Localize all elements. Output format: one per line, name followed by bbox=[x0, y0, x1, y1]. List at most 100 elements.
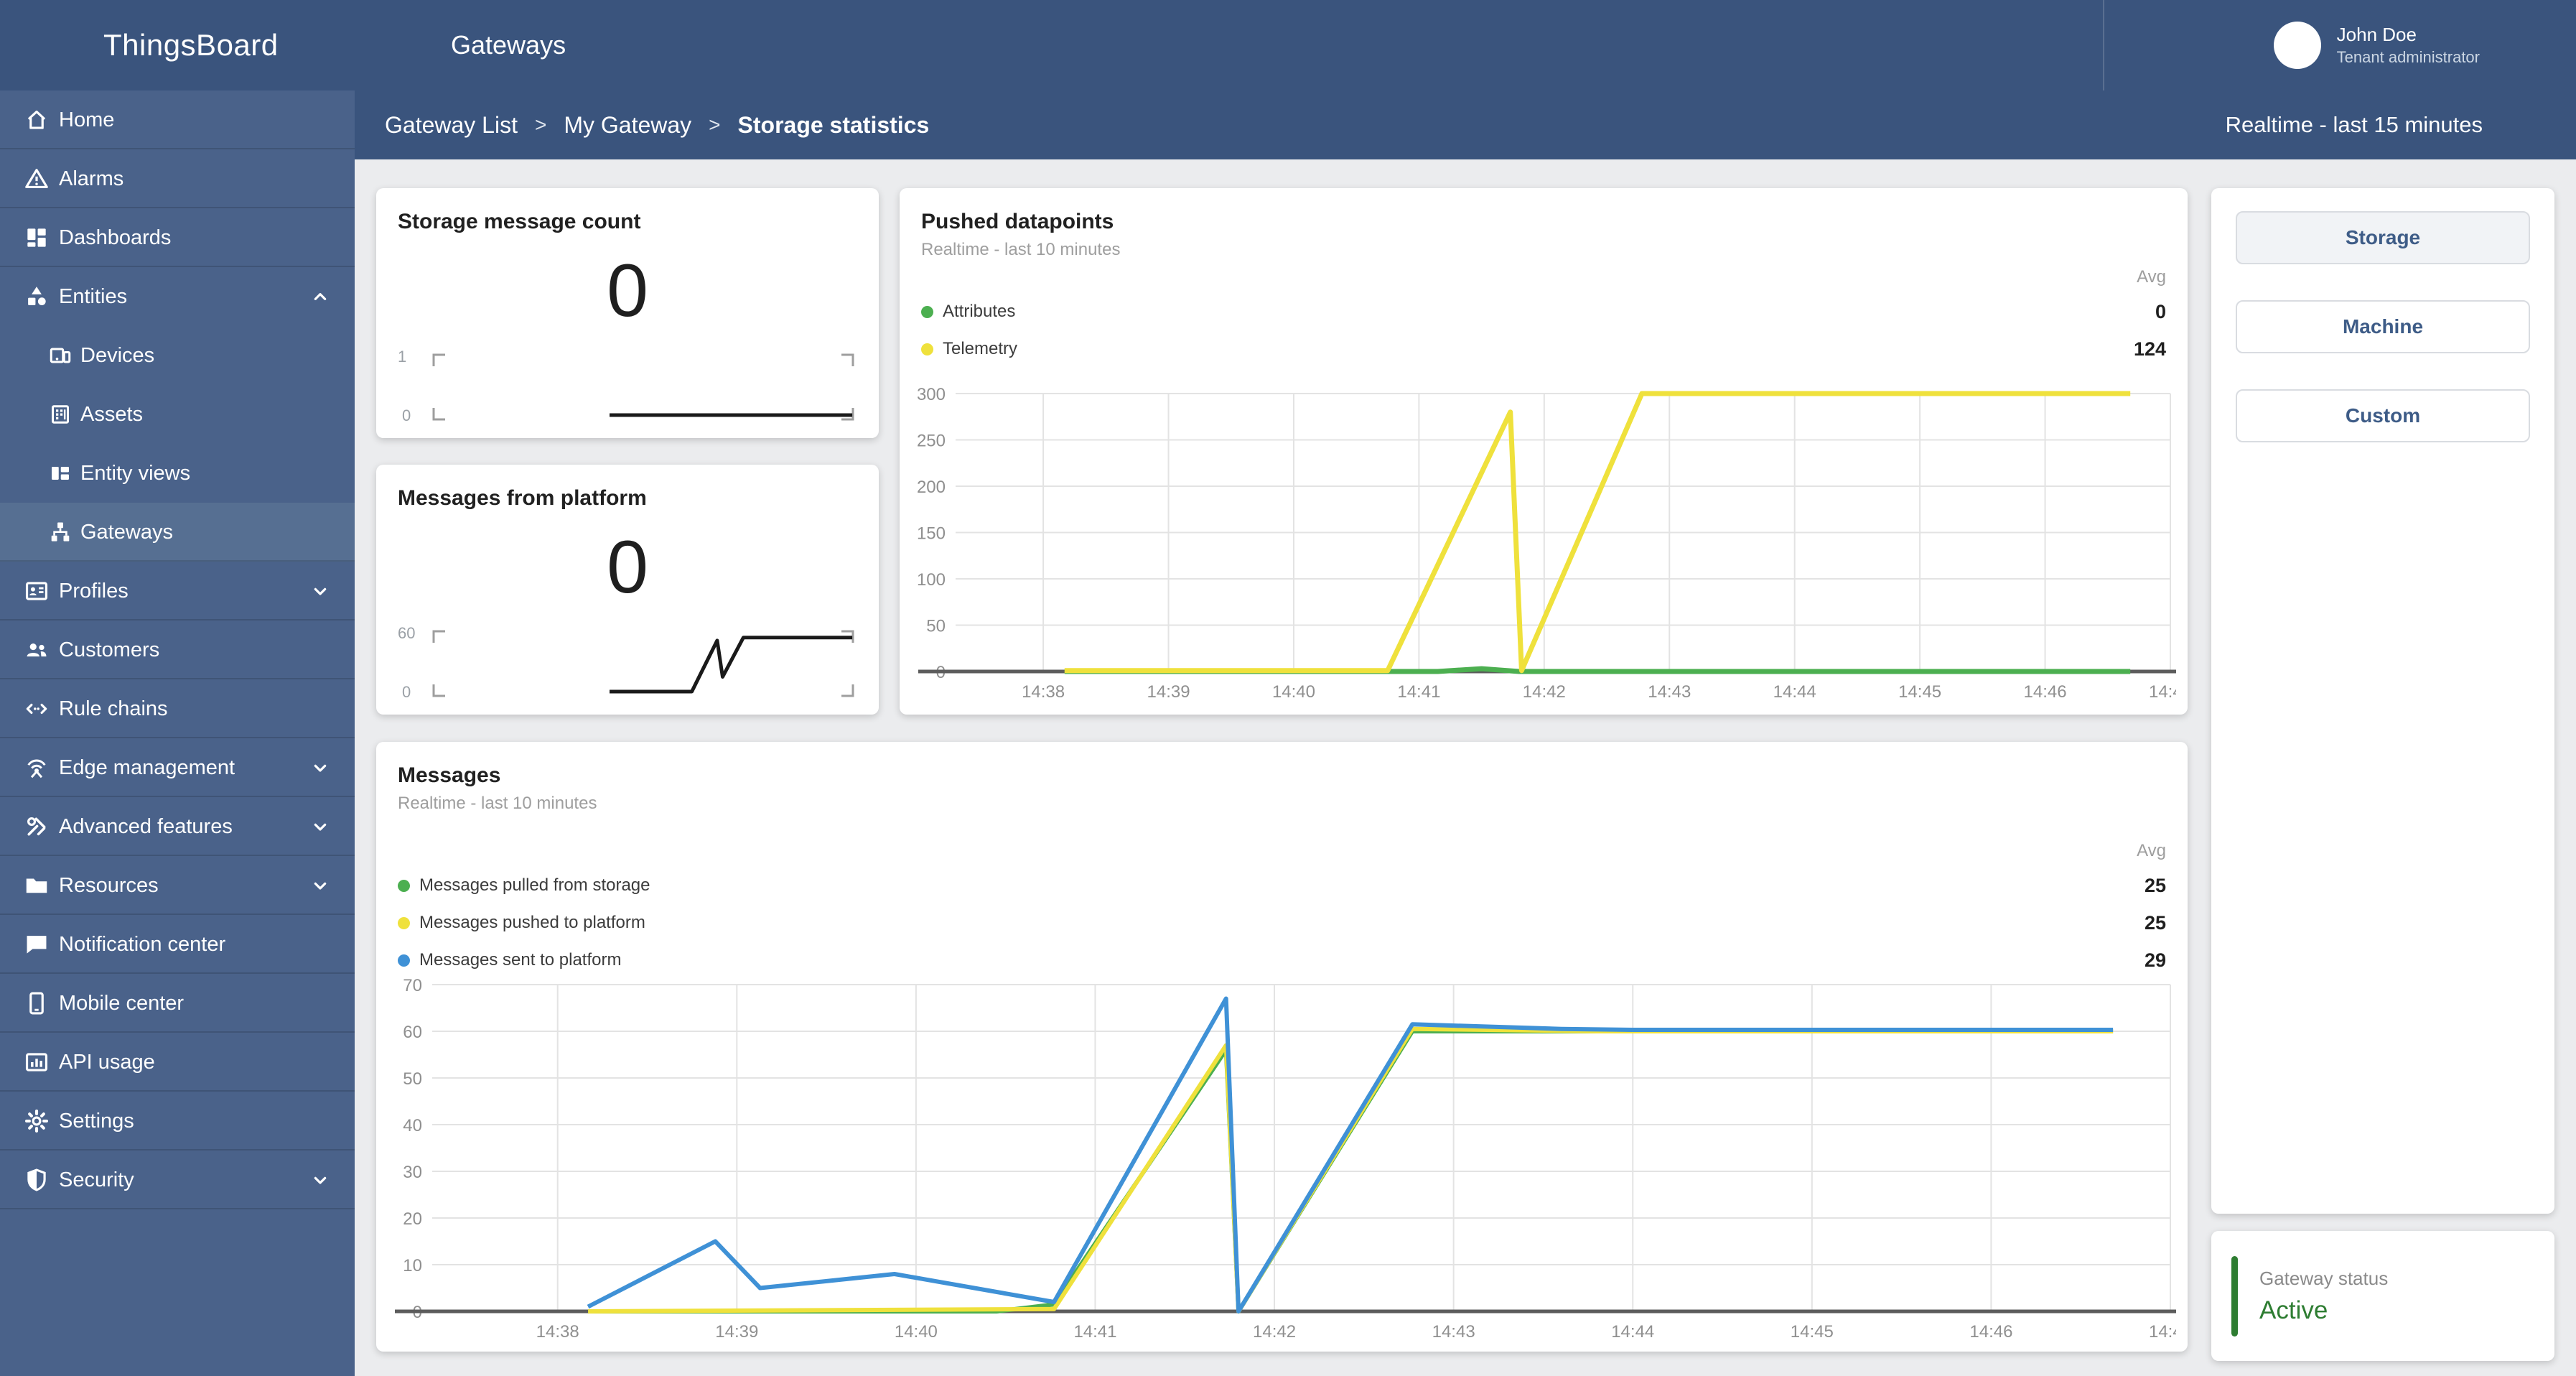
sidebar-item-devices[interactable]: Devices bbox=[0, 326, 355, 385]
svg-text:300: 300 bbox=[917, 388, 946, 404]
chart-plot: 14:38 14:39 14:40 14:41 14:42 14:43 14:44 14:45… bbox=[914, 388, 2176, 705]
svg-text:200: 200 bbox=[917, 478, 946, 497]
legend-avg-value: 25 bbox=[2144, 911, 2166, 934]
svg-text:20: 20 bbox=[403, 1209, 422, 1229]
breadcrumb-gateway-list[interactable]: Gateway List bbox=[385, 112, 518, 139]
spark-min-label: 0 bbox=[402, 683, 411, 701]
legend-item[interactable]: Messages pulled from storage 25 bbox=[398, 867, 2166, 904]
legend-dot bbox=[921, 305, 933, 318]
sidebar-item-dashboards[interactable]: Dashboards bbox=[0, 208, 355, 267]
assets-icon bbox=[47, 401, 73, 427]
spark-max-label: 60 bbox=[398, 624, 416, 642]
user-name: John Doe bbox=[2336, 23, 2417, 45]
sidebar-item-customers[interactable]: Customers bbox=[0, 620, 355, 679]
dashboard-fullscreen-button[interactable] bbox=[2514, 111, 2543, 139]
sidebar-item-settings[interactable]: Settings bbox=[0, 1092, 355, 1150]
sidebar-item-entity-views[interactable]: Entity views bbox=[0, 444, 355, 503]
sidebar-item-api-usage[interactable]: API usage bbox=[0, 1033, 355, 1092]
advanced-icon bbox=[23, 813, 50, 840]
more-menu-button[interactable] bbox=[2514, 29, 2546, 61]
svg-text:250: 250 bbox=[917, 432, 946, 451]
app-logo[interactable]: ThingsBoard bbox=[0, 21, 355, 70]
alarm-triangle-icon bbox=[23, 165, 50, 192]
sidebar-item-label: Gateways bbox=[80, 520, 173, 544]
notifications-button[interactable] bbox=[2205, 29, 2236, 61]
machine-panel-button[interactable]: Machine bbox=[2236, 300, 2530, 353]
sidebar-item-label: Dashboards bbox=[59, 226, 172, 249]
entities-icon bbox=[23, 283, 50, 310]
svg-text:30: 30 bbox=[403, 1163, 422, 1182]
fullscreen-button[interactable] bbox=[2139, 29, 2170, 61]
svg-text:14:45: 14:45 bbox=[1791, 1322, 1834, 1342]
svg-text:14:38: 14:38 bbox=[536, 1322, 579, 1342]
sidebar-item-label: Security bbox=[59, 1168, 134, 1191]
app-name: ThingsBoard bbox=[103, 28, 279, 62]
avatar[interactable] bbox=[2273, 22, 2321, 69]
chart-title: Pushed datapoints bbox=[921, 210, 1114, 233]
customers-icon bbox=[23, 636, 50, 664]
sidebar-item-label: Mobile center bbox=[59, 991, 185, 1015]
legend-avg-header: Avg bbox=[2137, 841, 2166, 860]
spark-min-label: 0 bbox=[402, 406, 411, 424]
chart-legend: Avg Attributes 0 Telemetry 124 bbox=[921, 261, 2166, 368]
sidebar-item-security[interactable]: Security bbox=[0, 1150, 355, 1209]
sidebar-item-advanced-features[interactable]: Advanced features bbox=[0, 797, 355, 856]
sidebar: Home Alarms Dashboards Entities Devices Asset… bbox=[0, 90, 355, 1376]
sidebar-item-label: Home bbox=[59, 108, 115, 131]
sidebar-item-home[interactable]: Home bbox=[0, 90, 355, 149]
sidebar-item-label: Alarms bbox=[59, 167, 124, 190]
dashboards-icon bbox=[23, 224, 50, 251]
svg-text:14:39: 14:39 bbox=[1147, 682, 1190, 702]
svg-text:60: 60 bbox=[403, 1023, 422, 1042]
timewindow-control[interactable]: Realtime - last 15 minutes bbox=[2183, 110, 2483, 140]
resources-icon bbox=[23, 872, 50, 899]
legend-label: Messages pulled from storage bbox=[419, 875, 650, 895]
breadcrumb-my-gateway[interactable]: My Gateway bbox=[564, 112, 691, 139]
sidebar-item-label: Devices bbox=[80, 343, 155, 367]
spark-plot bbox=[432, 630, 854, 697]
dashboard-content: Storage message count 0 1 0 Messages fro… bbox=[355, 159, 2576, 1376]
home-icon bbox=[23, 106, 50, 134]
custom-panel-button[interactable]: Custom bbox=[2236, 389, 2530, 442]
api-icon bbox=[23, 1049, 50, 1076]
sidebar-item-gateways[interactable]: Gateways bbox=[0, 503, 355, 562]
svg-text:14:42: 14:42 bbox=[1253, 1322, 1296, 1342]
legend-item[interactable]: Messages sent to platform 29 bbox=[398, 942, 2166, 979]
legend-label: Messages pushed to platform bbox=[419, 913, 645, 932]
chart-plot: 14:38 14:39 14:40 14:41 14:42 14:43 14:44 14:45… bbox=[391, 979, 2176, 1344]
sidebar-item-resources[interactable]: Resources bbox=[0, 856, 355, 915]
edge-icon bbox=[23, 754, 50, 781]
svg-text:14:40: 14:40 bbox=[895, 1322, 938, 1342]
breadcrumb-bar: Gateway List > My Gateway > Storage stat… bbox=[355, 90, 2576, 159]
sidebar-item-edge-management[interactable]: Edge management bbox=[0, 738, 355, 797]
svg-text:14:43: 14:43 bbox=[1432, 1322, 1475, 1342]
legend-item[interactable]: Attributes 0 bbox=[921, 293, 2166, 330]
sidebar-item-assets[interactable]: Assets bbox=[0, 385, 355, 444]
sidebar-item-entities[interactable]: Entities bbox=[0, 267, 355, 326]
sidebar-item-notification-center[interactable]: Notification center bbox=[0, 915, 355, 974]
thingsboard-app: ThingsBoard Gateways John Doe Tenant adm… bbox=[0, 0, 2576, 1376]
sidebar-item-profiles[interactable]: Profiles bbox=[0, 562, 355, 620]
chevron-down-icon bbox=[309, 756, 332, 779]
legend-item[interactable]: Messages pushed to platform 25 bbox=[398, 904, 2166, 942]
thingsboard-logo-icon bbox=[40, 21, 89, 70]
svg-text:14:41: 14:41 bbox=[1397, 682, 1440, 702]
avatar-person-icon bbox=[2281, 29, 2314, 62]
legend-item[interactable]: Telemetry 124 bbox=[921, 330, 2166, 368]
sidebar-item-rule-chains[interactable]: Rule chains bbox=[0, 679, 355, 738]
svg-text:40: 40 bbox=[403, 1116, 422, 1135]
sidebar-item-label: API usage bbox=[59, 1050, 155, 1074]
sparkline: 60 0 bbox=[398, 624, 854, 701]
svg-text:14:46: 14:46 bbox=[1969, 1322, 2012, 1342]
spark-plot bbox=[432, 353, 854, 421]
chevron-down-icon bbox=[309, 815, 332, 838]
sidebar-item-mobile-center[interactable]: Mobile center bbox=[0, 974, 355, 1033]
settings-icon bbox=[23, 1107, 50, 1135]
sidebar-item-alarms[interactable]: Alarms bbox=[0, 149, 355, 208]
profiles-icon bbox=[23, 577, 50, 605]
sidebar-item-label: Settings bbox=[59, 1109, 134, 1133]
legend-dot bbox=[398, 879, 410, 892]
storage-message-count-widget: Storage message count 0 1 0 bbox=[376, 188, 879, 438]
svg-text:14:47: 14:47 bbox=[2149, 682, 2176, 702]
storage-panel-button[interactable]: Storage bbox=[2236, 211, 2530, 264]
